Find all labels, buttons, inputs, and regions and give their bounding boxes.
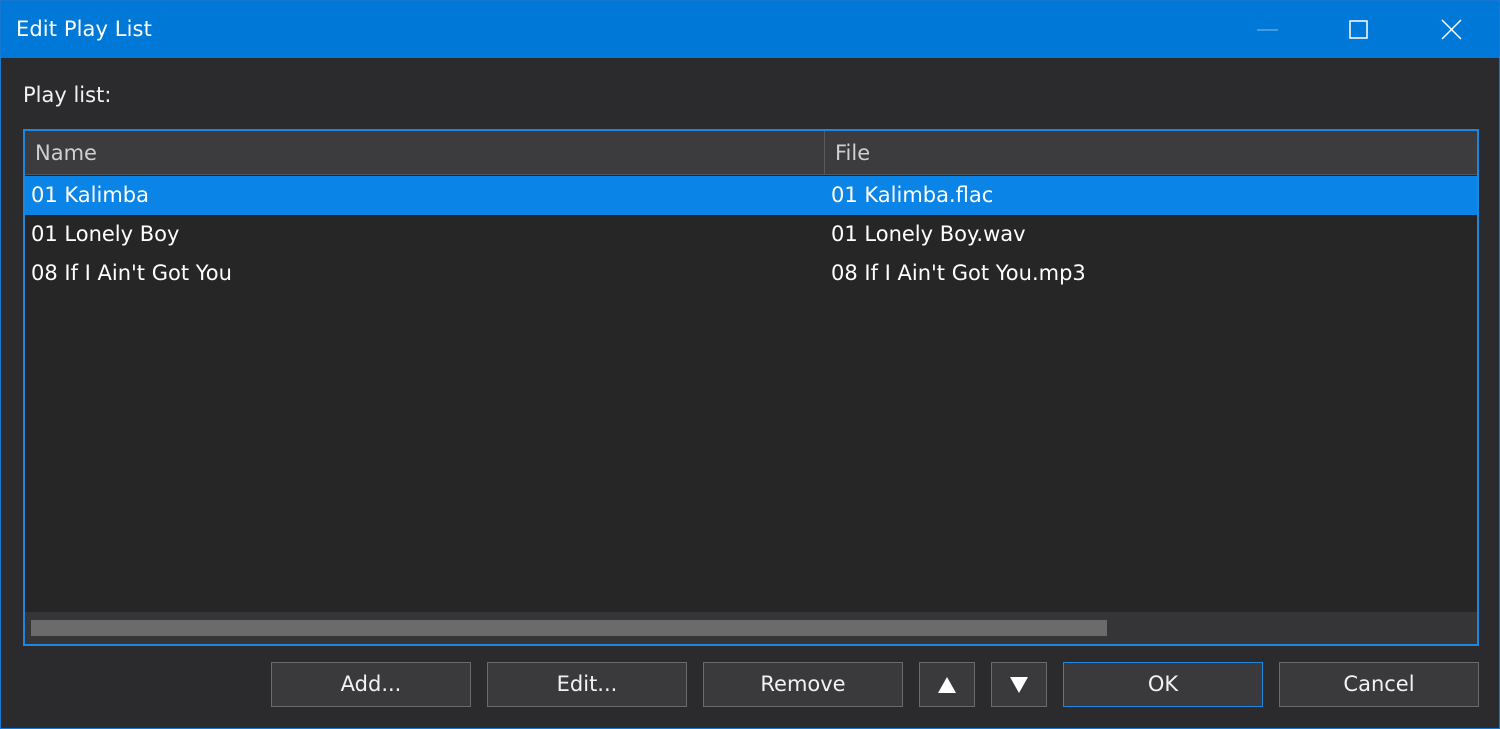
move-down-button[interactable]: [991, 662, 1047, 707]
close-button[interactable]: [1405, 1, 1497, 58]
row-name-cell: 01 Lonely Boy: [31, 222, 180, 246]
title-bar[interactable]: Edit Play List: [1, 1, 1499, 58]
table-row[interactable]: 01 Kalimba 01 Kalimba.flac: [25, 176, 1477, 215]
playlist-label: Play list:: [23, 83, 112, 107]
triangle-down-icon: [1010, 677, 1028, 693]
listview-header: Name File: [25, 131, 1477, 175]
maximize-button[interactable]: [1313, 1, 1405, 58]
table-row[interactable]: 01 Lonely Boy 01 Lonely Boy.wav: [25, 215, 1477, 254]
row-file-cell: 01 Kalimba.flac: [831, 183, 994, 207]
scrollbar-thumb[interactable]: [31, 620, 1107, 636]
window-title: Edit Play List: [16, 17, 152, 41]
row-file-cell: 08 If I Ain't Got You.mp3: [831, 261, 1086, 285]
minimize-button[interactable]: [1221, 1, 1313, 58]
horizontal-scrollbar[interactable]: [25, 612, 1477, 644]
table-row[interactable]: 08 If I Ain't Got You 08 If I Ain't Got …: [25, 254, 1477, 293]
column-header-name[interactable]: Name: [25, 131, 825, 174]
cancel-button[interactable]: Cancel: [1279, 662, 1479, 707]
add-button[interactable]: Add...: [271, 662, 471, 707]
column-header-file[interactable]: File: [825, 131, 1477, 174]
close-icon: [1441, 19, 1462, 40]
ok-button[interactable]: OK: [1063, 662, 1263, 707]
edit-playlist-dialog: Edit Play List Play list: Name File 01 K…: [0, 0, 1500, 729]
row-file-cell: 01 Lonely Boy.wav: [831, 222, 1026, 246]
move-up-button[interactable]: [919, 662, 975, 707]
triangle-up-icon: [938, 677, 956, 693]
listview-rows: 01 Kalimba 01 Kalimba.flac 01 Lonely Boy…: [25, 176, 1477, 293]
maximize-icon: [1349, 20, 1368, 39]
remove-button[interactable]: Remove: [703, 662, 903, 707]
edit-button[interactable]: Edit...: [487, 662, 687, 707]
row-name-cell: 01 Kalimba: [31, 183, 149, 207]
playlist-listview[interactable]: Name File 01 Kalimba 01 Kalimba.flac 01 …: [23, 129, 1479, 646]
minimize-icon: [1257, 29, 1278, 31]
row-name-cell: 08 If I Ain't Got You: [31, 261, 232, 285]
